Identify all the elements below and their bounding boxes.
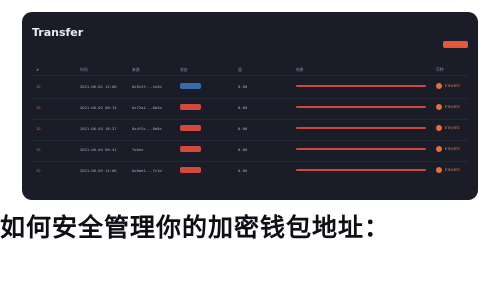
row-value: 0.00: [238, 84, 248, 89]
row-hash[interactable]: [296, 169, 426, 171]
row-value: 0.00: [238, 168, 248, 173]
page-title: Transfer: [32, 26, 84, 39]
table-row[interactable]: ID 2021-06-02 08:14 0x72a1...6b3a 0.00 ETH/B…: [32, 100, 468, 118]
column-header-hash: 哈希: [296, 67, 304, 72]
table-row[interactable]: ID 2021-06-04 09:41 Token 0.00 ETH/BTC: [32, 142, 468, 160]
row-hash[interactable]: [296, 127, 426, 129]
row-id: ID: [36, 84, 41, 89]
column-header-source: 来源: [132, 67, 140, 72]
row-id: ID: [36, 126, 41, 131]
status-badge: [180, 83, 201, 89]
column-header-coin: 币种: [436, 67, 444, 72]
coin-icon: [436, 125, 442, 131]
column-header-status: 状态: [180, 67, 188, 72]
table-row[interactable]: ID 2021-06-03 18:27 0x4f2c...8d5e 0.00 ETH/B…: [32, 121, 468, 139]
row-source: 0x9c3f...1e2d: [132, 84, 162, 89]
status-badge: [180, 167, 201, 173]
row-date: 2021-06-01 12:00: [80, 84, 117, 89]
row-coin: ETH/BTC: [445, 84, 461, 88]
status-badge: [180, 104, 201, 110]
column-header-value: 值: [238, 67, 242, 72]
table-row[interactable]: ID 2021-06-01 12:00 0x9c3f...1e2d 0.00 ETH/B…: [32, 79, 468, 97]
row-hash[interactable]: [296, 106, 426, 108]
row-divider: [32, 161, 468, 162]
row-value: 0.00: [238, 126, 248, 131]
status-badge: [180, 146, 201, 152]
coin-icon: [436, 104, 442, 110]
row-source: 0x8ae1...7c1d: [132, 168, 162, 173]
row-coin: ETH/BTC: [445, 147, 461, 151]
row-coin: ETH/BTC: [445, 126, 461, 130]
row-id: ID: [36, 147, 41, 152]
row-source: 0x4f2c...8d5e: [132, 126, 162, 131]
row-value: 0.00: [238, 105, 248, 110]
row-value: 0.00: [238, 147, 248, 152]
caption: 如何安全管理你的加密钱包地址：: [0, 213, 391, 242]
row-date: 2021-06-02 08:14: [80, 105, 117, 110]
column-header-date: 时间: [80, 67, 88, 72]
row-hash[interactable]: [296, 85, 426, 87]
row-coin: ETH/BTC: [445, 105, 461, 109]
row-hash[interactable]: [296, 148, 426, 150]
app-window: Transfer # 时间 来源 状态 值 哈希 币种 ID 2021-06-01…: [22, 12, 478, 200]
header-divider: [32, 75, 468, 76]
row-coin: ETH/BTC: [445, 168, 461, 172]
row-source: Token: [132, 147, 144, 152]
row-id: ID: [36, 105, 41, 110]
action-button[interactable]: [443, 41, 468, 48]
row-date: 2021-06-03 18:27: [80, 126, 117, 131]
row-divider: [32, 140, 468, 141]
row-date: 2021-06-04 09:41: [80, 147, 117, 152]
row-id: ID: [36, 168, 41, 173]
status-badge: [180, 125, 201, 131]
transactions-table: # 时间 来源 状态 值 哈希 币种 ID 2021-06-01 12:00 0x9…: [32, 67, 468, 200]
row-date: 2021-06-05 14:06: [80, 168, 117, 173]
table-row[interactable]: ID 2021-06-05 14:06 0x8ae1...7c1d 0.00 ETH/B…: [32, 163, 468, 181]
row-source: 0x72a1...6b3a: [132, 105, 162, 110]
row-divider: [32, 98, 468, 99]
column-header-id: #: [36, 67, 40, 72]
coin-icon: [436, 146, 442, 152]
row-divider: [32, 119, 468, 120]
coin-icon: [436, 167, 442, 173]
coin-icon: [436, 83, 442, 89]
